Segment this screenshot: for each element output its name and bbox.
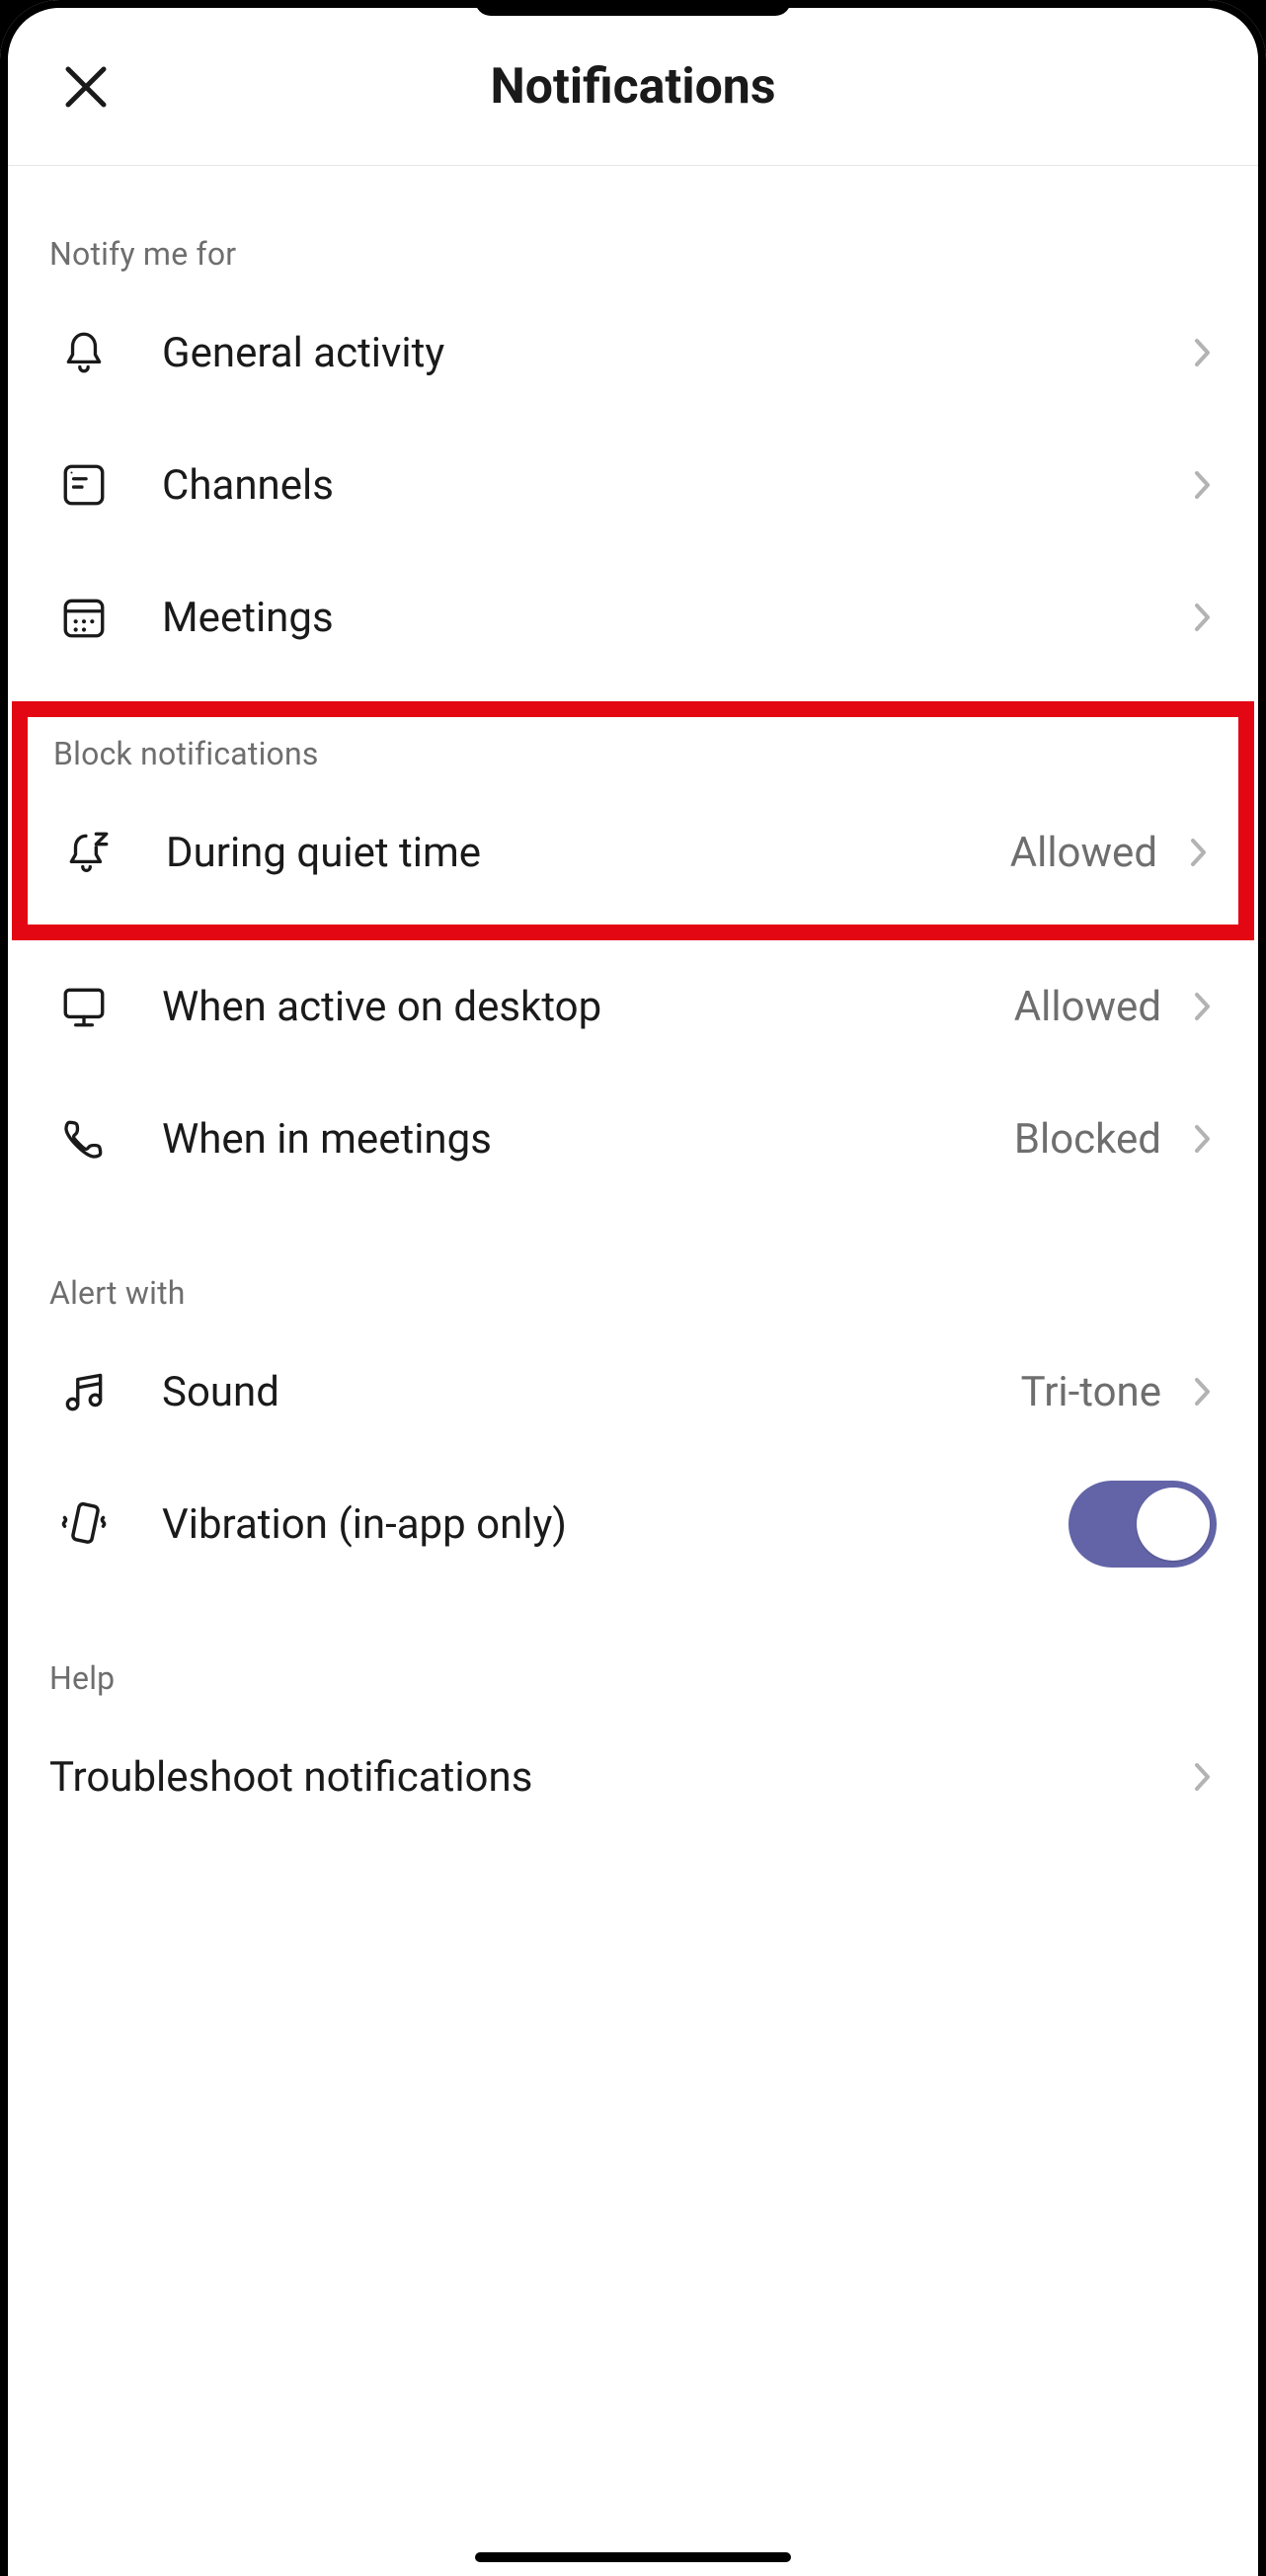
chevron-right-icon [1189,1372,1217,1411]
chevron-right-icon [1189,333,1217,372]
phone-frame: Notifications Notify me for General acti… [0,0,1266,2576]
section-header-help: Help [8,1590,1258,1711]
chevron-right-icon [1185,833,1213,872]
row-label: Channels [111,461,1189,510]
home-indicator[interactable] [475,2552,791,2562]
chevron-right-icon [1189,1119,1217,1159]
vibration-icon [57,1497,111,1551]
row-channels[interactable]: Channels [8,419,1258,551]
row-vibration[interactable]: Vibration (in-app only) [8,1458,1258,1590]
row-value: Blocked [1014,1115,1189,1164]
section-header-notify: Notify me for [8,166,1258,286]
chevron-right-icon [1189,987,1217,1026]
row-label: Troubleshoot notifications [49,1753,1189,1802]
music-icon [57,1365,111,1418]
row-label: Vibration (in-app only) [111,1500,1068,1549]
row-sound[interactable]: Sound Tri-tone [8,1326,1258,1458]
row-in-meetings[interactable]: When in meetings Blocked [8,1073,1258,1205]
row-desktop-active[interactable]: When active on desktop Allowed [8,940,1258,1073]
row-value: Tri-tone [1021,1368,1189,1416]
settings-screen: Notifications Notify me for General acti… [8,8,1258,2576]
section-header-block: Block notifications [28,717,1238,786]
vibration-toggle[interactable] [1068,1481,1217,1568]
chevron-right-icon [1189,598,1217,637]
close-icon [64,65,108,109]
page-title: Notifications [490,58,775,116]
row-label: Sound [111,1368,1021,1416]
device-notch [475,0,791,16]
row-general-activity[interactable]: General activity [8,286,1258,419]
phone-icon [57,1112,111,1166]
row-troubleshoot[interactable]: Troubleshoot notifications [8,1711,1258,1843]
row-label: General activity [111,329,1189,377]
chevron-right-icon [1189,465,1217,505]
row-value: Allowed [1010,829,1185,877]
chevron-right-icon [1189,1757,1217,1797]
section-header-alert: Alert with [8,1205,1258,1326]
calendar-icon [57,591,111,644]
row-quiet-time[interactable]: During quiet time Allowed [28,786,1238,919]
row-value: Allowed [1014,983,1189,1031]
snooze-bell-icon [61,826,115,879]
header-bar: Notifications [8,8,1258,166]
row-label: When active on desktop [111,983,1014,1031]
channels-icon [57,458,111,512]
bell-icon [57,326,111,379]
close-button[interactable] [62,63,110,111]
row-label: During quiet time [115,829,1010,877]
row-meetings[interactable]: Meetings [8,551,1258,684]
row-label: Meetings [111,594,1189,642]
highlight-box: Block notifications During quiet time Al… [12,701,1254,940]
row-label: When in meetings [111,1115,1014,1164]
desktop-icon [57,980,111,1033]
